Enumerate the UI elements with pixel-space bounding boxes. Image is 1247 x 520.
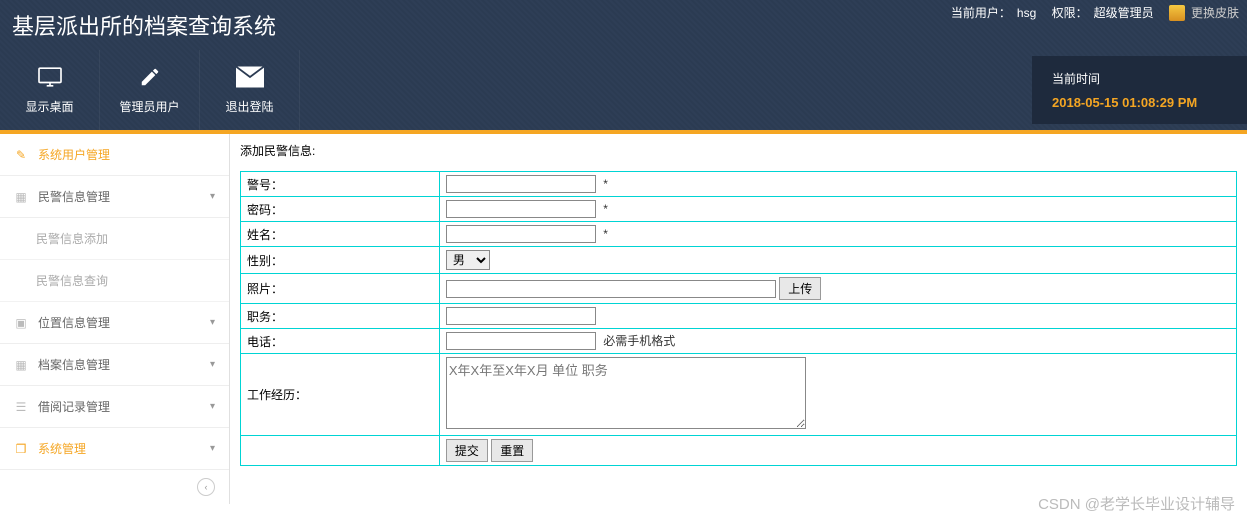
role-label: 权限：: [1052, 4, 1088, 21]
box-icon: ❒: [14, 442, 28, 456]
label-phone: 电话：: [241, 329, 440, 354]
app-title: 基层派出所的档案查询系统: [12, 9, 276, 41]
toolbar-label: 退出登陆: [225, 98, 273, 115]
list-icon: ☰: [14, 400, 28, 414]
toolbar-label: 管理员用户: [119, 98, 179, 115]
layout-icon: ▣: [14, 316, 28, 330]
photo-path-input[interactable]: [446, 280, 776, 298]
grid-icon: ▦: [14, 190, 28, 204]
grid-icon: ▦: [14, 358, 28, 372]
content-area: 添加民警信息: 警号： * 密码： * 姓名： * 性别： 男 照片： 上传: [230, 134, 1247, 504]
skin-icon[interactable]: [1169, 5, 1185, 21]
work-history-textarea[interactable]: [446, 357, 806, 429]
sidebar-item-location-info[interactable]: ▣ 位置信息管理 ▾: [0, 302, 229, 344]
form-table: 警号： * 密码： * 姓名： * 性别： 男 照片： 上传 职务：: [240, 171, 1237, 466]
phone-input[interactable]: [446, 332, 596, 350]
label-password: 密码：: [241, 197, 440, 222]
time-value: 2018-05-15 01:08:29 PM: [1052, 95, 1227, 110]
sidebar-item-label: 系统管理: [38, 440, 86, 457]
required-mark: *: [603, 202, 608, 216]
sidebar-item-label: 系统用户管理: [38, 146, 110, 163]
position-input[interactable]: [446, 307, 596, 325]
sidebar-scroll-hint: ‹: [0, 470, 229, 504]
sidebar-item-system-user[interactable]: ✎ 系统用户管理: [0, 134, 229, 176]
sidebar-item-police-info[interactable]: ▦ 民警信息管理 ▾: [0, 176, 229, 218]
chevron-down-icon: ▾: [210, 317, 215, 328]
logout-button[interactable]: 退出登陆: [200, 50, 300, 130]
required-mark: *: [603, 177, 608, 191]
sidebar-item-system-manage[interactable]: ❒ 系统管理 ▾: [0, 428, 229, 470]
gender-select[interactable]: 男: [446, 250, 490, 270]
chevron-down-icon: ▾: [210, 359, 215, 370]
toolbar: 显示桌面 管理员用户 退出登陆 当前时间 2018-05-15 01:08:29…: [0, 50, 1247, 130]
chevron-down-icon: ▾: [210, 443, 215, 454]
time-panel: 当前时间 2018-05-15 01:08:29 PM: [1032, 56, 1247, 124]
police-no-input[interactable]: [446, 175, 596, 193]
pencil-icon: ✎: [14, 148, 28, 162]
sidebar-subitem-police-query[interactable]: 民警信息查询: [0, 260, 229, 302]
label-position: 职务：: [241, 304, 440, 329]
upload-button[interactable]: 上传: [779, 277, 821, 300]
time-label: 当前时间: [1052, 70, 1227, 87]
sidebar: ✎ 系统用户管理 ▦ 民警信息管理 ▾ 民警信息添加 民警信息查询 ▣ 位置信息…: [0, 134, 230, 504]
sidebar-subitem-police-add[interactable]: 民警信息添加: [0, 218, 229, 260]
label-work-history: 工作经历：: [241, 354, 440, 436]
label-gender: 性别：: [241, 247, 440, 274]
sidebar-item-label: 档案信息管理: [38, 356, 110, 373]
label-police-no: 警号：: [241, 172, 440, 197]
sidebar-item-label: 民警信息管理: [38, 188, 110, 205]
name-input[interactable]: [446, 225, 596, 243]
toolbar-label: 显示桌面: [25, 98, 73, 115]
monitor-icon: [36, 66, 64, 88]
user-name: hsg: [1017, 6, 1036, 20]
change-skin-link[interactable]: 更换皮肤: [1191, 4, 1239, 21]
phone-hint: 必需手机格式: [603, 334, 675, 348]
chevron-down-icon: ▾: [210, 191, 215, 202]
submit-button[interactable]: 提交: [446, 439, 488, 462]
label-empty: [241, 436, 440, 466]
label-name: 姓名：: [241, 222, 440, 247]
label-photo: 照片：: [241, 274, 440, 304]
admin-user-button[interactable]: 管理员用户: [100, 50, 200, 130]
user-label: 当前用户：: [951, 4, 1011, 21]
app-header: 当前用户： hsg 权限： 超级管理员 更换皮肤 基层派出所的档案查询系统 显示桌面…: [0, 0, 1247, 130]
required-mark: *: [603, 227, 608, 241]
show-desktop-button[interactable]: 显示桌面: [0, 50, 100, 130]
user-info: 当前用户： hsg 权限： 超级管理员 更换皮肤: [951, 4, 1239, 21]
chevron-left-icon[interactable]: ‹: [197, 478, 215, 496]
chevron-down-icon: ▾: [210, 401, 215, 412]
sidebar-item-label: 位置信息管理: [38, 314, 110, 331]
envelope-icon: [236, 66, 264, 88]
reset-button[interactable]: 重置: [491, 439, 533, 462]
role-name: 超级管理员: [1094, 4, 1154, 21]
sidebar-item-file-info[interactable]: ▦ 档案信息管理 ▾: [0, 344, 229, 386]
sidebar-item-label: 借阅记录管理: [38, 398, 110, 415]
password-input[interactable]: [446, 200, 596, 218]
pencil-icon: [136, 66, 164, 88]
form-title: 添加民警信息:: [240, 142, 1237, 159]
sidebar-item-borrow-record[interactable]: ☰ 借阅记录管理 ▾: [0, 386, 229, 428]
